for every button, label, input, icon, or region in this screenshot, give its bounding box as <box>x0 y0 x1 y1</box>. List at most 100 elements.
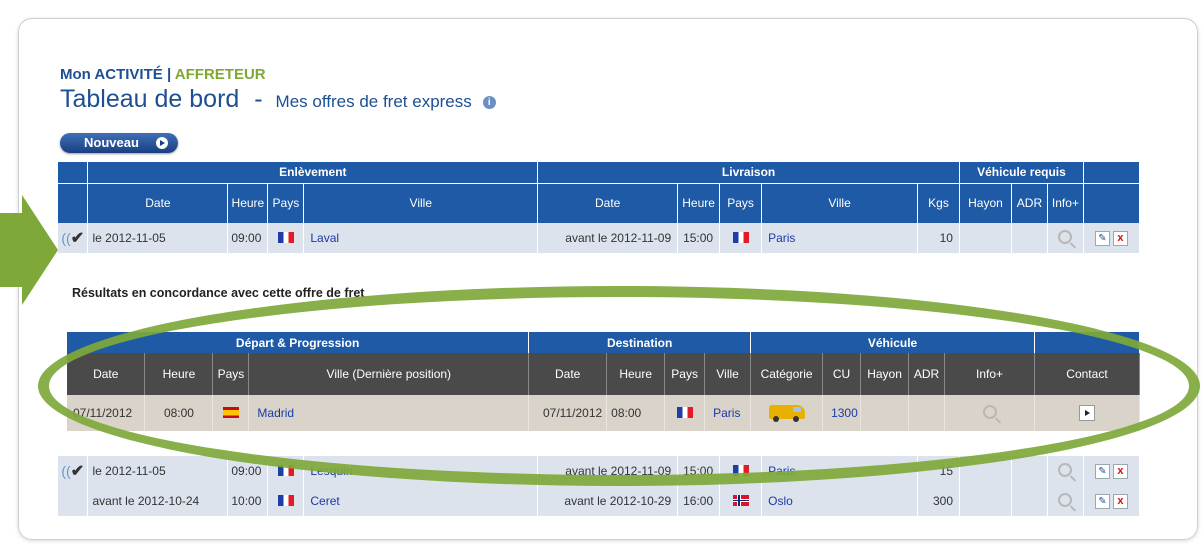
group-destination: Destination <box>528 332 752 353</box>
del-city[interactable]: Oslo <box>761 486 919 516</box>
del-time: 16:00 <box>677 486 721 516</box>
new-button[interactable]: Nouveau <box>60 133 178 153</box>
col-cu[interactable]: CU <box>822 353 862 395</box>
results-label: Résultats en concordance avec cette offr… <box>72 286 365 300</box>
match-group-header: Départ & Progression Destination Véhicul… <box>67 332 1141 353</box>
pick-city[interactable]: Ceret <box>303 486 539 516</box>
heading-dash: - <box>254 85 263 113</box>
kgs: 15 <box>917 456 960 486</box>
play-icon[interactable] <box>1078 405 1095 421</box>
col-pays[interactable]: Pays <box>212 353 250 395</box>
van-icon <box>768 404 805 422</box>
del-city[interactable]: Paris <box>761 456 919 486</box>
actions-cell: ✎ x <box>1083 486 1141 516</box>
col-categorie[interactable]: Catégorie <box>750 353 824 395</box>
info-cell <box>1047 456 1084 486</box>
pick-time: 10:00 <box>227 486 269 516</box>
contact-cell <box>1034 395 1141 431</box>
delete-icon[interactable]: x <box>1112 493 1128 509</box>
hayon <box>959 223 1012 253</box>
col-info[interactable]: Info+ <box>944 353 1035 395</box>
col-info[interactable]: Info+ <box>1047 182 1084 223</box>
col-pays[interactable]: Pays <box>267 182 305 223</box>
col-date[interactable]: Date <box>537 182 679 223</box>
del-date: avant le 2012-10-29 <box>537 486 679 516</box>
dest-country <box>664 395 706 431</box>
col-heure[interactable]: Heure <box>144 353 214 395</box>
dest-time: 08:00 <box>606 395 666 431</box>
dest-city[interactable]: Paris <box>704 395 752 431</box>
signal-icon: (( <box>61 230 71 246</box>
col-ville[interactable]: Ville <box>303 182 539 223</box>
col-ville-position[interactable]: Ville (Dernière position) <box>248 353 530 395</box>
delete-icon[interactable]: x <box>1112 230 1128 246</box>
magnifier-icon[interactable] <box>982 404 997 419</box>
magnifier-icon[interactable] <box>1058 462 1073 477</box>
del-country <box>719 486 763 516</box>
group-depart: Départ & Progression <box>67 332 530 353</box>
cu-value[interactable]: 1300 <box>822 395 862 431</box>
pick-city[interactable]: Laval <box>303 223 539 253</box>
col-ville[interactable]: Ville <box>761 182 918 223</box>
match-column-header: Date Heure Pays Ville (Dernière position… <box>67 353 1141 395</box>
match-row[interactable]: 07/11/2012 08:00 Madrid 07/11/2012 08:00… <box>67 395 1141 431</box>
table-row[interactable]: avant le 2012-10-24 10:00 Ceret avant le… <box>58 486 1141 516</box>
info-icon[interactable]: i <box>482 96 496 109</box>
dep-city[interactable]: Madrid <box>248 395 530 431</box>
category-cell <box>750 395 824 431</box>
adr <box>908 395 946 431</box>
pick-country <box>267 486 305 516</box>
col-adr[interactable]: ADR <box>1011 182 1048 223</box>
status-cell: ((✔ <box>58 456 89 486</box>
delete-icon[interactable]: x <box>1112 463 1128 479</box>
offers-column-header: Date Heure Pays Ville Date Heure Pays Vi… <box>58 182 1141 223</box>
group-vehicule: Véhicule <box>750 332 1035 353</box>
flag-fr-icon <box>277 232 294 243</box>
table-row[interactable]: ((✔ le 2012-11-05 09:00 Laval avant le 2… <box>58 223 1141 253</box>
col-date[interactable]: Date <box>528 353 608 395</box>
pick-city[interactable]: Lesquin <box>303 456 539 486</box>
magnifier-icon[interactable] <box>1058 492 1073 507</box>
arrow-right-icon <box>156 137 168 149</box>
group-enlevement: Enlèvement <box>87 162 539 183</box>
section-sub: AFFRETEUR <box>174 66 266 83</box>
header-spacer <box>1034 332 1141 353</box>
page-title: Tableau de bord <box>60 85 240 113</box>
col-contact[interactable]: Contact <box>1034 353 1141 395</box>
dep-time: 08:00 <box>144 395 214 431</box>
edit-icon[interactable]: ✎ <box>1094 230 1110 246</box>
dep-country <box>212 395 250 431</box>
offers-table-continued: ((✔ le 2012-11-05 09:00 Lesquin avant le… <box>58 456 1141 516</box>
col-heure[interactable]: Heure <box>606 353 666 395</box>
adr <box>1011 223 1048 253</box>
flag-fr-icon <box>732 232 749 243</box>
col-date[interactable]: Date <box>67 353 146 395</box>
flag-fr-icon <box>676 407 693 418</box>
col-heure[interactable]: Heure <box>227 182 269 223</box>
del-country <box>719 223 763 253</box>
pick-time: 09:00 <box>227 223 269 253</box>
match-table: Départ & Progression Destination Véhicul… <box>67 332 1141 431</box>
offers-group-header: Enlèvement Livraison Véhicule requis <box>58 162 1141 183</box>
del-city[interactable]: Paris <box>761 223 918 253</box>
info-cell <box>1047 223 1084 253</box>
col-hayon[interactable]: Hayon <box>959 182 1012 223</box>
edit-icon[interactable]: ✎ <box>1094 463 1110 479</box>
table-row[interactable]: ((✔ le 2012-11-05 09:00 Lesquin avant le… <box>58 456 1141 486</box>
col-heure[interactable]: Heure <box>677 182 721 223</box>
col-adr[interactable]: ADR <box>908 353 946 395</box>
col-ville[interactable]: Ville <box>704 353 752 395</box>
flag-no-icon <box>732 495 749 506</box>
magnifier-icon[interactable] <box>1058 229 1073 244</box>
col-kgs[interactable]: Kgs <box>917 182 960 223</box>
col-pays[interactable]: Pays <box>664 353 706 395</box>
col-pays[interactable]: Pays <box>719 182 763 223</box>
section-separator: | <box>166 66 172 83</box>
page-heading: Tableau de bord - Mes offres de fret exp… <box>60 85 496 114</box>
pick-date: le 2012-11-05 <box>87 223 229 253</box>
col-date[interactable]: Date <box>87 182 229 223</box>
header-spacer <box>58 182 89 223</box>
col-hayon[interactable]: Hayon <box>860 353 910 395</box>
edit-icon[interactable]: ✎ <box>1094 493 1110 509</box>
hayon <box>860 395 910 431</box>
